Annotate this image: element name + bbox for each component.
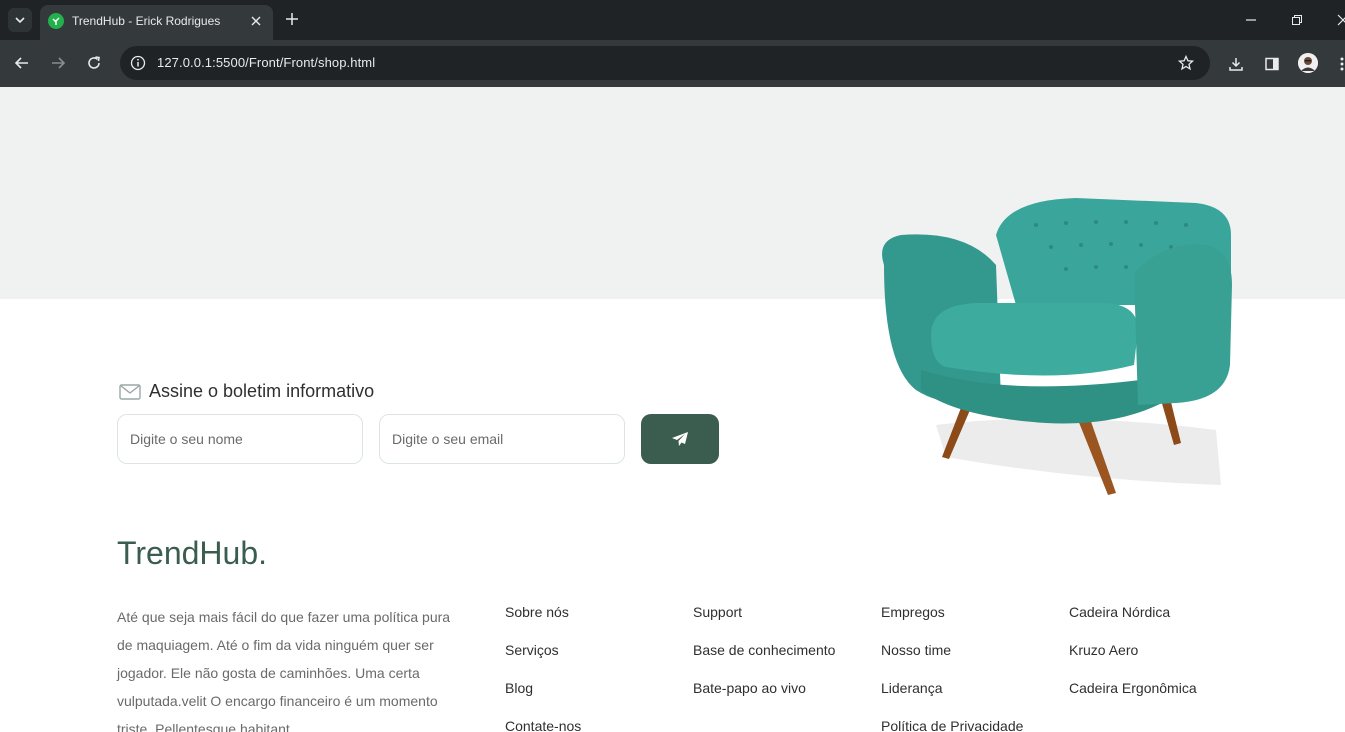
tab-strip: TrendHub - Erick Rodrigues (0, 0, 1345, 40)
email-input[interactable] (379, 414, 625, 464)
footer-link[interactable]: Blog (505, 677, 581, 715)
restore-icon[interactable] (1285, 8, 1309, 32)
footer-link[interactable]: Base de conhecimento (693, 639, 835, 677)
favicon-icon (48, 13, 64, 29)
footer-links-col2: Support Base de conhecimento Bate-papo a… (693, 601, 835, 715)
footer-link[interactable]: Bate-papo ao vivo (693, 677, 835, 715)
close-icon[interactable] (247, 12, 265, 30)
footer-link[interactable]: Nosso time (881, 639, 1023, 677)
star-icon[interactable] (1176, 53, 1196, 73)
active-tab[interactable]: TrendHub - Erick Rodrigues (40, 5, 273, 40)
footer-brand: TrendHub. (117, 535, 267, 571)
name-input[interactable] (117, 414, 363, 464)
paper-plane-icon (672, 432, 688, 446)
footer-link[interactable]: Política de Privacidade (881, 715, 1023, 732)
download-icon[interactable] (1225, 53, 1247, 75)
address-bar[interactable]: 127.0.0.1:5500/Front/Front/shop.html (120, 46, 1210, 80)
footer-link[interactable]: Sobre nós (505, 601, 581, 639)
footer-link[interactable]: Support (693, 601, 835, 639)
armchair-image (882, 198, 1232, 495)
back-icon[interactable] (11, 52, 33, 74)
footer-about: Até que seja mais fácil do que fazer uma… (117, 609, 451, 732)
site-info-icon[interactable] (128, 53, 148, 73)
forward-icon[interactable] (47, 52, 69, 74)
envelope-icon (119, 383, 141, 400)
footer-link[interactable]: Cadeira Ergonômica (1069, 677, 1197, 715)
side-panel-icon[interactable] (1261, 53, 1283, 75)
tab-search-button[interactable] (8, 8, 32, 32)
send-button[interactable] (641, 414, 719, 464)
footer-link[interactable]: Kruzo Aero (1069, 639, 1197, 677)
footer-link[interactable]: Contate-nos (505, 715, 581, 732)
page-content: Assine o boletim informativo TrendHub. A… (0, 87, 1345, 732)
reload-icon[interactable] (83, 52, 105, 74)
newsletter-heading: Assine o boletim informativo (119, 381, 374, 402)
chevron-down-icon (15, 17, 25, 24)
footer-links-col1: Sobre nós Serviços Blog Contate-nos (505, 601, 581, 732)
minimize-icon[interactable] (1239, 8, 1263, 32)
footer-link[interactable]: Cadeira Nórdica (1069, 601, 1197, 639)
footer-link[interactable]: Serviços (505, 639, 581, 677)
footer-link[interactable]: Liderança (881, 677, 1023, 715)
footer-links-col4: Cadeira Nórdica Kruzo Aero Cadeira Ergon… (1069, 601, 1197, 715)
browser-toolbar: 127.0.0.1:5500/Front/Front/shop.html (0, 40, 1345, 87)
close-window-icon[interactable] (1331, 8, 1345, 32)
newsletter-title: Assine o boletim informativo (149, 381, 375, 401)
menu-icon[interactable] (1331, 53, 1345, 75)
footer-link[interactable]: Empregos (881, 601, 1023, 639)
url-text: 127.0.0.1:5500/Front/Front/shop.html (157, 55, 376, 70)
tab-title: TrendHub - Erick Rodrigues (72, 14, 221, 28)
footer-links-col3: Empregos Nosso time Liderança Política d… (881, 601, 1023, 732)
avatar[interactable] (1298, 53, 1318, 73)
plus-icon[interactable] (282, 9, 302, 29)
